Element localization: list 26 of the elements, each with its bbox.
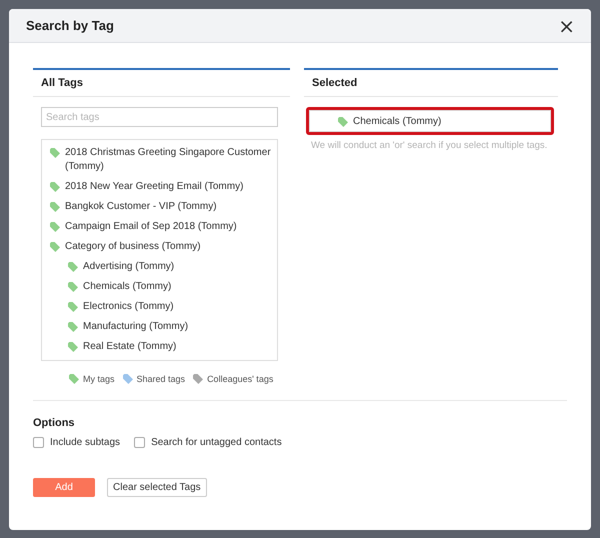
legend-label: Colleagues' tags <box>207 374 274 384</box>
tag-item[interactable]: Campaign Email of Sep 2018 (Tommy) <box>50 217 273 237</box>
tag-item[interactable]: Electronics (Tommy) <box>68 297 273 317</box>
tag-item[interactable]: 2018 New Year Greeting Email (Tommy) <box>50 177 273 197</box>
legend-label: Shared tags <box>136 374 186 384</box>
checkbox-label[interactable]: Search for untagged contacts <box>151 437 282 448</box>
checkbox-label[interactable]: Include subtags <box>50 437 120 448</box>
checkbox[interactable] <box>33 437 44 448</box>
tag-item[interactable]: 2018 Christmas Greeting Singapore Customer (Tommy) <box>50 143 273 177</box>
column-heading: All Tags <box>33 70 290 97</box>
search-field[interactable]: Search tags <box>41 107 278 127</box>
legend-label: My tags <box>83 374 115 384</box>
tag-item[interactable]: Real Estate (Tommy) <box>68 337 273 357</box>
hint-text: We will conduct an 'or' search if you select multiple tags. <box>310 139 548 153</box>
close-button[interactable]: × <box>556 16 577 36</box>
tag-item[interactable]: Advertising (Tommy) <box>68 257 273 277</box>
checkbox[interactable] <box>134 437 146 448</box>
tag-item[interactable]: Category of business (Tommy) <box>50 237 273 257</box>
tag-item[interactable]: Manufacturing (Tommy) <box>68 317 273 337</box>
column-heading: Selected <box>304 70 558 97</box>
dialog-title: Search by Tag <box>26 18 114 33</box>
clear-button[interactable]: Clear selected Tags <box>107 478 207 497</box>
tag-item[interactable]: Bangkok Customer - VIP (Tommy) <box>50 197 273 217</box>
options-heading: Options <box>33 417 76 429</box>
selected-tag[interactable]: Chemicals (Tommy) <box>309 110 551 132</box>
tag-item[interactable]: Chemicals (Tommy) <box>68 277 273 297</box>
